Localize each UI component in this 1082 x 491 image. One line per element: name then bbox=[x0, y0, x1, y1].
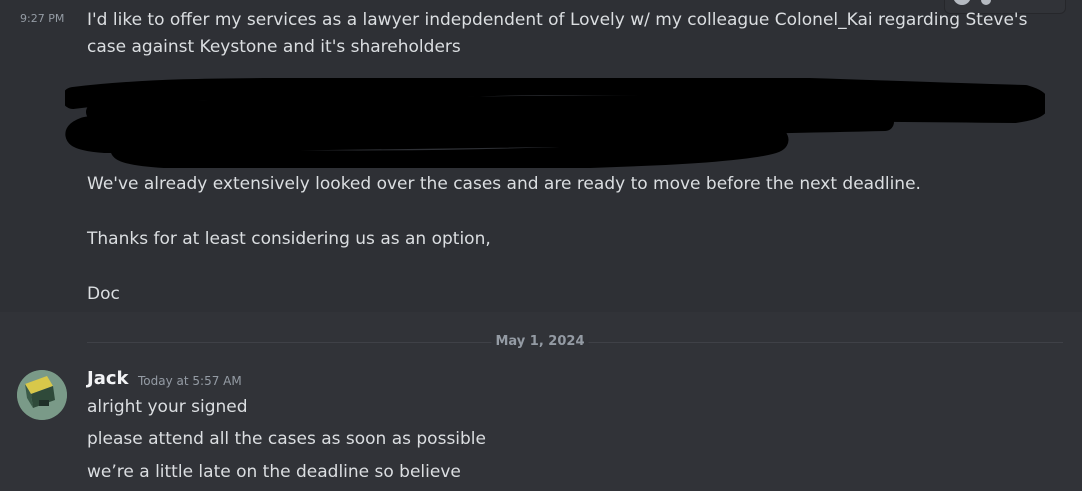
more-icon[interactable] bbox=[981, 0, 991, 5]
reaction-icon[interactable] bbox=[953, 0, 971, 5]
date-divider-label: May 1, 2024 bbox=[491, 334, 589, 349]
chat-view: 9:27 PM I'd like to offer my services as… bbox=[0, 0, 1082, 491]
message-text-line: I'd like to offer my services as a lawye… bbox=[87, 10, 1028, 30]
avatar[interactable] bbox=[17, 370, 67, 420]
message-timestamp: Today at 5:57 AM bbox=[138, 374, 242, 388]
message-timestamp: 9:27 PM bbox=[20, 12, 65, 25]
message-text-line: please attend all the cases as soon as p… bbox=[87, 429, 486, 449]
avatar-image-icon bbox=[17, 370, 67, 420]
message-text-line: alright your signed bbox=[87, 397, 248, 417]
message-text-line: Thanks for at least considering us as an… bbox=[87, 229, 491, 249]
message-text-line: case against Keystone and it's sharehold… bbox=[87, 37, 461, 57]
previous-message[interactable]: 9:27 PM I'd like to offer my services as… bbox=[0, 0, 1082, 312]
message-text-line: We've already extensively looked over th… bbox=[87, 174, 921, 194]
redaction-scribble-icon bbox=[65, 78, 1045, 168]
message-text-line: we’re a little late on the deadline so b… bbox=[87, 462, 461, 482]
message-paragraph: I'd like to offer my services as a lawye… bbox=[87, 7, 1027, 61]
message-author[interactable]: Jack bbox=[87, 368, 128, 389]
message-text-line: Doc bbox=[87, 284, 120, 304]
